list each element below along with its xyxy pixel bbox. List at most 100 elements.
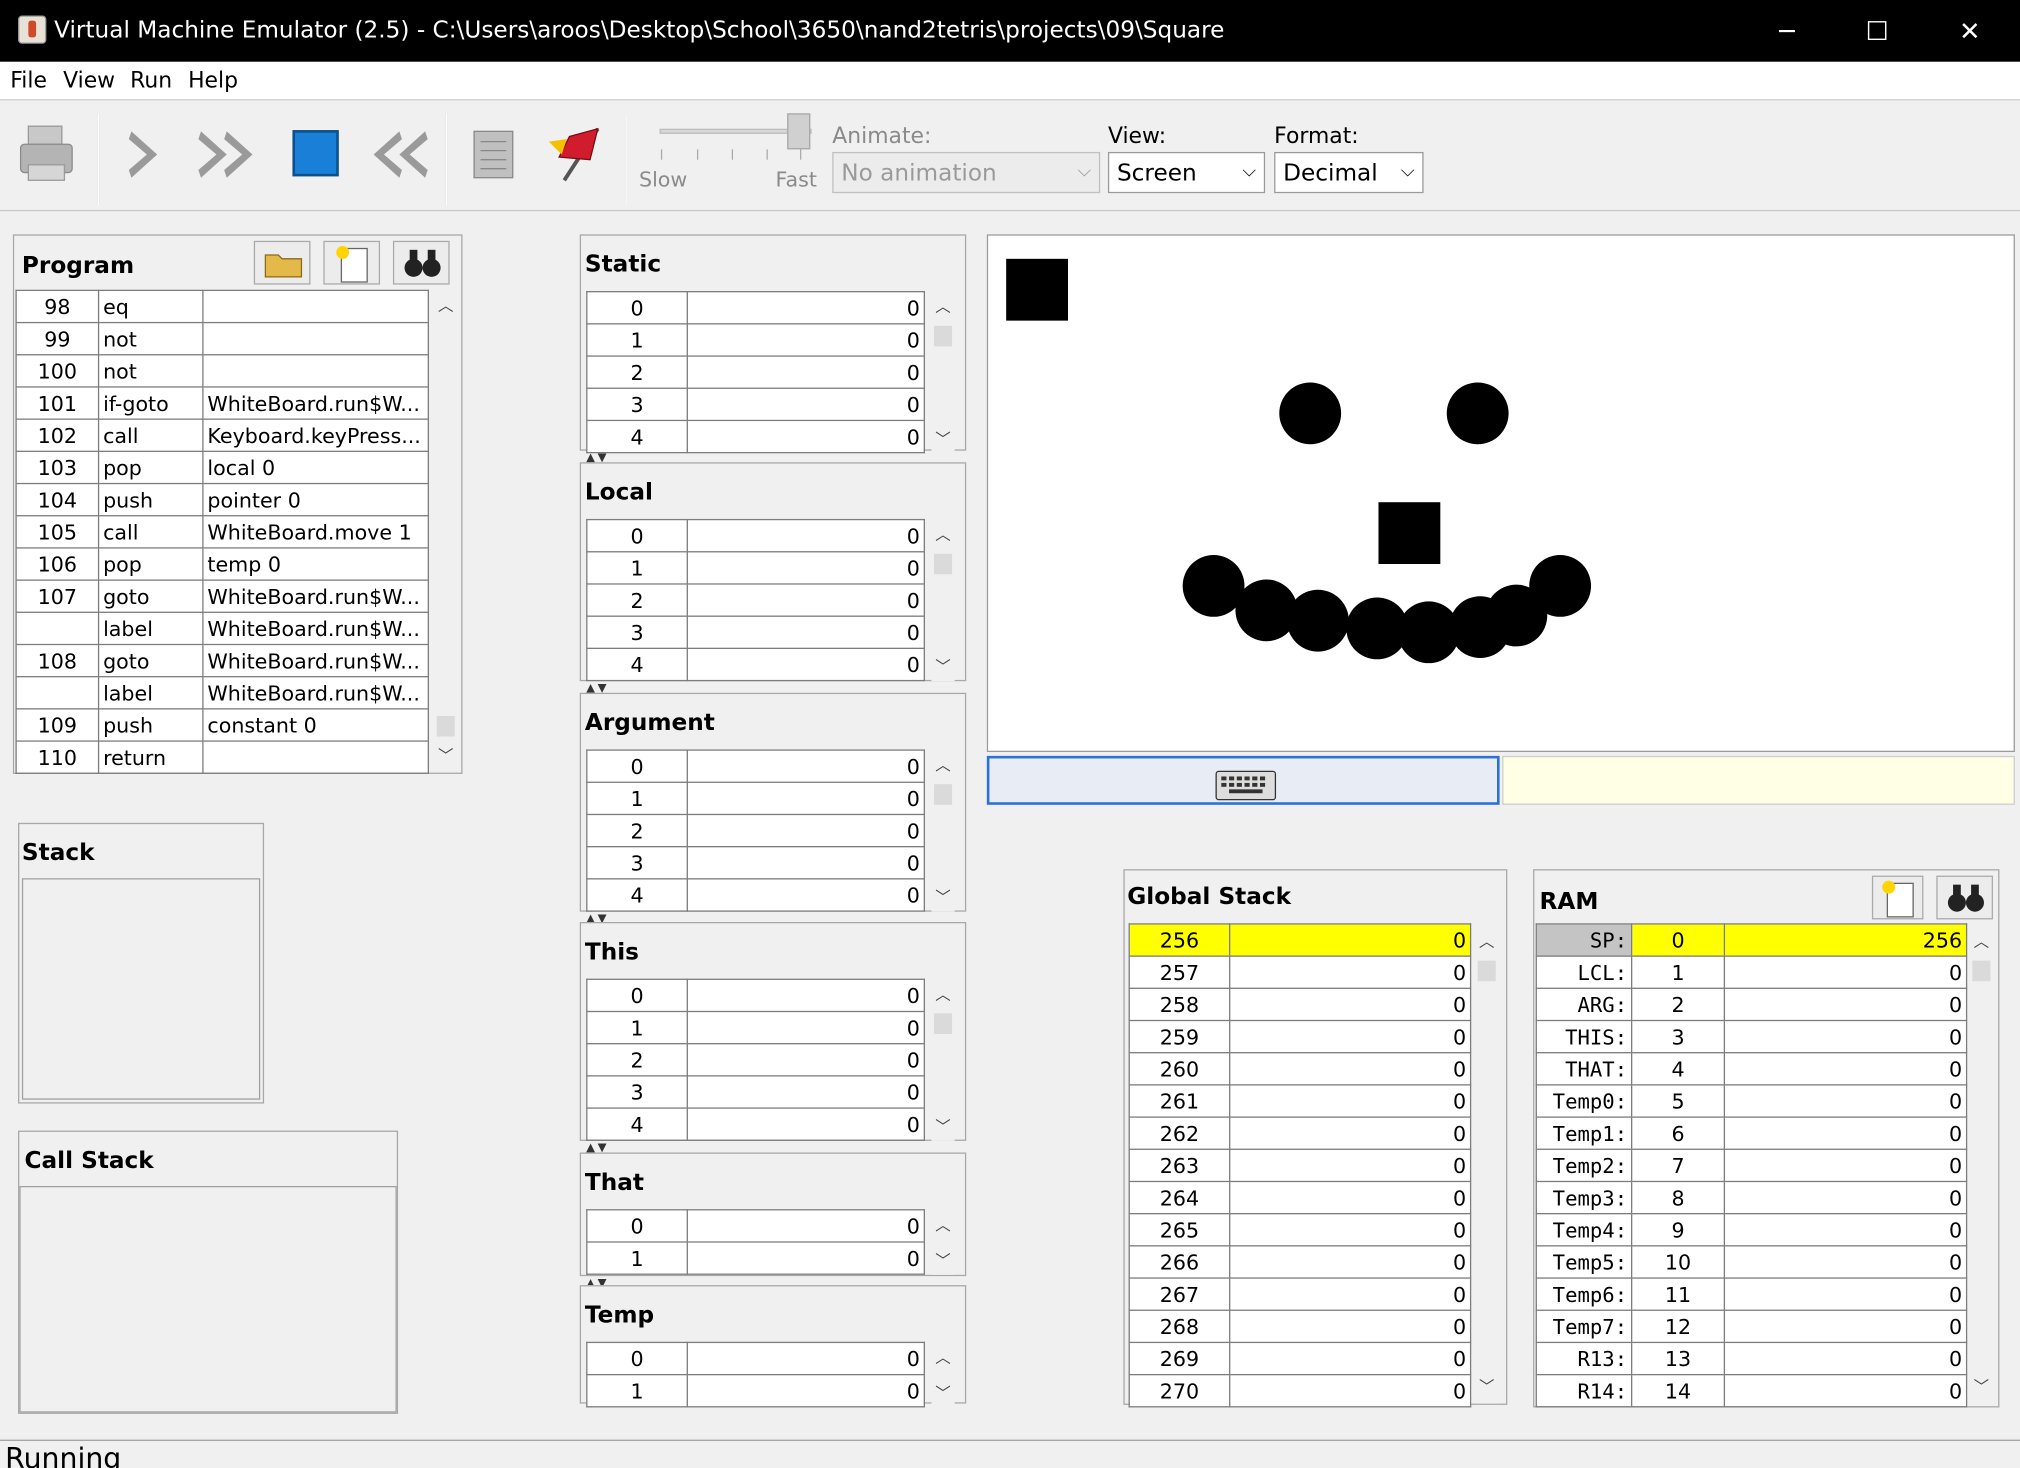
segment-value[interactable]: 0 [686,387,925,422]
segment-scrollbar[interactable]: ︿ ﹀ [931,1210,955,1275]
program-command[interactable]: label [97,676,204,710]
ram-value[interactable]: 0 [1723,987,1968,1022]
program-line-number[interactable] [15,611,100,646]
chevron-up-icon[interactable]: ︿ [931,1213,954,1236]
print-icon[interactable] [13,121,85,188]
chevron-down-icon[interactable]: ﹀ [931,1382,954,1405]
program-command[interactable]: return [97,740,204,774]
chevron-down-icon[interactable]: ﹀ [931,428,954,451]
program-scrollbar[interactable]: ︿ ﹀ [434,291,458,771]
segment-row[interactable]: 30 [586,1075,925,1109]
view-select[interactable]: Screen ⌵ [1107,151,1266,194]
global-stack-row[interactable]: 260 0 [1128,1052,1472,1086]
ram-value[interactable]: 0 [1723,1277,1968,1311]
segment-index[interactable]: 1 [586,1241,688,1275]
ram-value[interactable]: 0 [1723,1116,1968,1150]
segment-row[interactable]: 30 [586,615,925,650]
maximize-button[interactable]: ☐ [1832,0,1922,62]
rewind-icon[interactable] [361,121,433,188]
ram-address[interactable]: 13 [1630,1341,1726,1376]
chevron-up-icon[interactable]: ︿ [931,523,954,546]
program-argument[interactable] [202,354,430,388]
program-line-number[interactable]: 103 [15,450,100,485]
global-stack-row[interactable]: 263 0 [1128,1148,1472,1183]
program-line-number[interactable]: 106 [15,547,100,581]
segment-index[interactable]: 4 [586,419,688,454]
segment-row[interactable]: 20 [586,813,925,848]
stack-address[interactable]: 266 [1128,1245,1231,1279]
breakpoint-flag-icon[interactable] [541,121,613,188]
stack-value[interactable]: 0 [1229,1373,1472,1408]
stack-address[interactable]: 258 [1128,987,1231,1022]
program-command[interactable]: pop [97,450,204,485]
segment-row[interactable]: 30 [586,387,925,422]
fast-forward-icon[interactable] [193,121,265,188]
program-row[interactable]: 99 not [15,321,430,356]
program-argument[interactable] [202,740,430,774]
ram-address[interactable]: 2 [1630,987,1726,1022]
segment-value[interactable]: 0 [686,551,925,585]
ram-value[interactable]: 0 [1723,1341,1968,1376]
stack-value[interactable]: 0 [1229,987,1472,1022]
program-line-number[interactable]: 109 [15,708,100,742]
global-stack-row[interactable]: 256 0 [1128,923,1472,957]
scrollbar-thumb[interactable] [934,553,953,575]
global-stack-row[interactable]: 258 0 [1128,987,1472,1022]
stack-value[interactable]: 0 [1229,1116,1472,1150]
format-select[interactable]: Decimal ⌵ [1274,151,1424,194]
segment-scrollbar[interactable]: ︿ ﹀ [931,520,955,682]
stack-address[interactable]: 268 [1128,1309,1231,1344]
segment-index[interactable]: 0 [586,749,688,783]
chevron-up-icon[interactable]: ︿ [931,1346,954,1369]
segment-value[interactable]: 0 [686,518,925,553]
segment-index[interactable]: 2 [586,1043,688,1077]
ram-value[interactable]: 0 [1723,1213,1968,1247]
program-row[interactable]: 106 pop temp 0 [15,547,430,581]
segment-value[interactable]: 0 [686,781,925,816]
program-row[interactable]: 102 call Keyboard.keyPress... [15,418,430,452]
stack-value[interactable]: 0 [1229,1341,1472,1376]
segment-row[interactable]: 10 [586,323,925,357]
segment-value[interactable]: 0 [686,1241,925,1275]
ram-address[interactable]: 8 [1630,1180,1726,1215]
ram-row[interactable]: Temp3: 8 0 [1535,1180,1968,1215]
ram-address[interactable]: 1 [1630,955,1726,989]
ram-address[interactable]: 4 [1630,1052,1726,1086]
program-line-number[interactable]: 102 [15,418,100,452]
stack-address[interactable]: 270 [1128,1373,1231,1408]
segment-row[interactable]: 20 [586,583,925,617]
segment-index[interactable]: 0 [586,978,688,1013]
segment-row[interactable]: 10 [586,551,925,585]
program-command[interactable]: goto [97,643,204,678]
ram-value[interactable]: 0 [1723,1148,1968,1183]
chevron-down-icon[interactable]: ﹀ [931,886,954,909]
program-argument[interactable]: temp 0 [202,547,430,581]
program-row[interactable]: label WhiteBoard.run$W... [15,611,430,646]
segment-value[interactable]: 0 [686,1107,925,1141]
scrollbar-thumb[interactable] [934,325,953,347]
segment-row[interactable]: 20 [586,355,925,389]
ram-row[interactable]: THAT: 4 0 [1535,1052,1968,1086]
stack-value[interactable]: 0 [1229,1213,1472,1247]
ram-row[interactable]: THIS: 3 0 [1535,1019,1968,1054]
program-table[interactable]: 98 eq 99 not 100 not 101 if-goto WhiteBoard.run$… [15,289,430,774]
segment-table[interactable]: 0010203040 [586,978,925,1141]
ram-table[interactable]: SP: 0 256 LCL: 1 0 ARG: 2 0 THIS: 3 0 THAT: 4 0 Temp0: 5… [1535,923,1968,1408]
program-command[interactable]: call [97,418,204,452]
stack-address[interactable]: 269 [1128,1341,1231,1376]
segment-row[interactable]: 00 [586,749,925,783]
stack-value[interactable]: 0 [1229,1052,1472,1086]
stack-address[interactable]: 256 [1128,923,1231,957]
program-command[interactable]: goto [97,579,204,613]
ram-row[interactable]: Temp6: 11 0 [1535,1277,1968,1311]
global-stack-row[interactable]: 262 0 [1128,1116,1472,1150]
ram-row[interactable]: ARG: 2 0 [1535,987,1968,1022]
stack-address[interactable]: 257 [1128,955,1231,989]
new-file-icon[interactable] [323,240,381,285]
segment-scrollbar[interactable]: ︿ ﹀ [931,979,955,1141]
ram-address[interactable]: 6 [1630,1116,1726,1150]
program-row[interactable]: 103 pop local 0 [15,450,430,485]
ram-value[interactable]: 0 [1723,1052,1968,1086]
ram-value[interactable]: 0 [1723,1309,1968,1344]
program-row[interactable]: 100 not [15,354,430,388]
